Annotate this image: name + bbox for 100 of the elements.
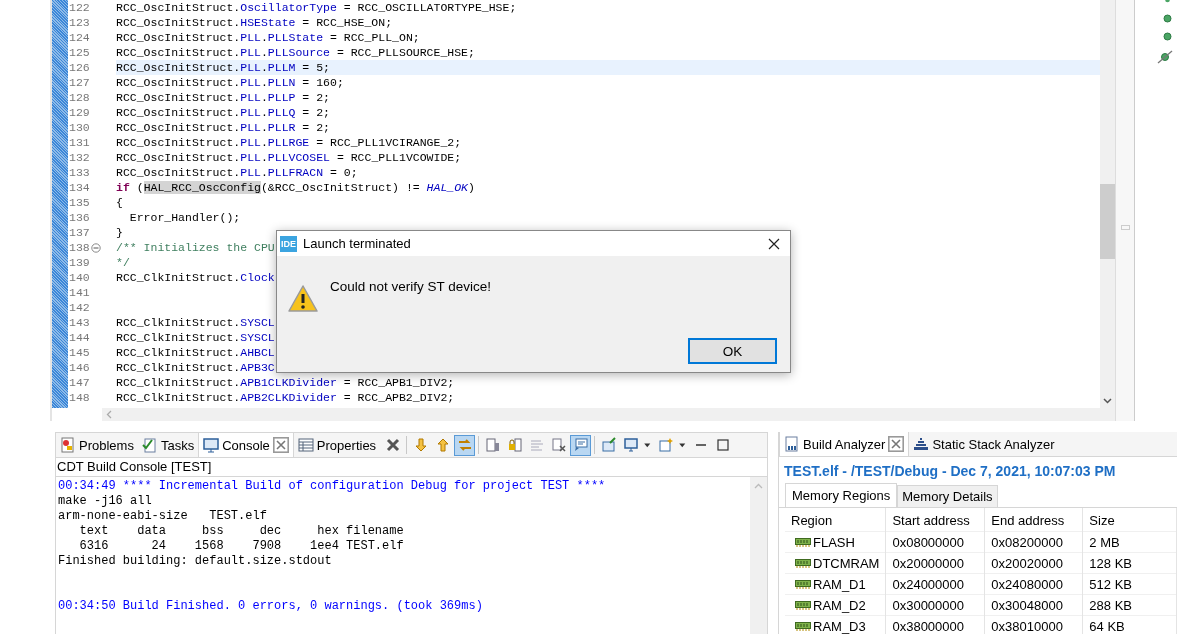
line-number: 142 — [69, 300, 90, 315]
code-line: RCC_OscInitStruct.PLL.PLLP = 2; — [116, 90, 330, 105]
code-line: RCC_OscInitStruct.OscillatorType = RCC_OSCILLATORTYPE_HSE; — [116, 0, 517, 15]
view-tab[interactable]: Static Stack Analyzer — [909, 432, 1059, 456]
problems-icon — [60, 437, 76, 453]
line-number: 144 — [69, 330, 90, 345]
line-number: 123 — [69, 15, 90, 30]
scroll-thumb[interactable] — [1100, 184, 1115, 259]
column-header[interactable]: Region — [785, 508, 886, 532]
code-line: RCC_ClkInitStruct.APB3C — [116, 360, 275, 375]
console-display-icon[interactable] — [570, 434, 592, 456]
table-cell: 0x38000000 — [885, 615, 985, 634]
code-line: } — [116, 225, 123, 240]
table-cell: 0x30000000 — [885, 594, 985, 616]
view-tab[interactable]: Tasks — [137, 433, 199, 457]
struck-dot-icon[interactable] — [1157, 50, 1173, 64]
line-number: 122 — [69, 0, 90, 15]
code-line: RCC_ClkInitStruct.SYSCL — [116, 315, 275, 330]
table-icon — [297, 437, 314, 453]
table-cell: RAM_D3 — [813, 618, 866, 634]
line-number: 127 — [69, 75, 90, 90]
line-number: 124 — [69, 30, 90, 45]
code-line: /** Initializes the CPU — [116, 240, 275, 255]
code-line: RCC_OscInitStruct.PLL.PLLVCOSEL = RCC_PLL1VCOWIDE; — [116, 150, 462, 165]
code-line: Error_Handler(); — [128, 210, 241, 225]
line-number: 135 — [69, 195, 90, 210]
code-line: */ — [116, 255, 130, 270]
tasks-icon — [141, 437, 158, 453]
table-cell: 0x30048000 — [984, 594, 1083, 616]
dialog-message: Could not verify ST device! — [330, 278, 492, 296]
analyzer-title: TEST.elf - /TEST/Debug - Dec 7, 2021, 10:07:03 PM — [783, 462, 1117, 481]
code-line: RCC_ClkInitStruct.SYSCL — [116, 330, 275, 345]
code-line: RCC_OscInitStruct.PLL.PLLSource = RCC_PLLSOURCE_HSE; — [116, 45, 475, 60]
line-number: 139 — [69, 255, 90, 270]
line-number: 146 — [69, 360, 90, 375]
view-tab[interactable]: Build Analyzer — [779, 432, 910, 456]
swap-arrows-icon[interactable] — [454, 434, 476, 456]
memory-tab[interactable]: Memory Regions — [785, 483, 898, 507]
memory-chip-icon — [795, 600, 811, 610]
line-number: 147 — [69, 375, 90, 390]
code-line: RCC_OscInitStruct.PLL.PLLM = 5; — [116, 60, 330, 75]
vertical-scrollbar[interactable] — [1100, 0, 1115, 408]
table-cell: 0x24080000 — [984, 573, 1083, 595]
close-icon[interactable] — [768, 237, 780, 250]
vertical-scrollbar[interactable] — [750, 477, 767, 634]
line-number: 140 — [69, 270, 90, 285]
scroll-left-icon[interactable] — [106, 410, 112, 419]
binary-document-icon — [784, 436, 800, 452]
table-cell: 128 KB — [1082, 552, 1177, 574]
table-cell: 288 KB — [1082, 594, 1177, 616]
scroll-up-icon[interactable] — [754, 483, 763, 489]
code-line: if (HAL_RCC_OscConfig(&RCC_OscInitStruct) != HAL_OK) — [116, 180, 475, 195]
table-cell: 0x08000000 — [885, 531, 985, 553]
scroll-down-icon[interactable] — [1103, 398, 1112, 404]
table-cell: 64 KB — [1082, 615, 1177, 634]
ok-button[interactable]: OK — [688, 338, 777, 364]
line-number: 148 — [69, 390, 90, 405]
code-line: RCC_ClkInitStruct.AHBCL — [116, 345, 275, 360]
table-cell: DTCMRAM — [813, 555, 880, 571]
dialog-title: Launch terminated — [303, 236, 412, 251]
line-number: 129 — [69, 105, 90, 120]
column-header[interactable]: Size — [1082, 508, 1177, 532]
memory-chip-icon — [795, 579, 811, 589]
app-badge: IDE — [280, 235, 297, 252]
memory-chip-icon — [795, 621, 811, 631]
line-number: 141 — [69, 285, 90, 300]
code-line: RCC_OscInitStruct.PLL.PLLRGE = RCC_PLL1VCIRANGE_2; — [116, 135, 462, 150]
horizontal-scrollbar[interactable] — [102, 408, 1115, 421]
code-line: RCC_OscInitStruct.PLL.PLLR = 2; — [116, 120, 330, 135]
code-line: RCC_ClkInitStruct.APB1CLKDivider = RCC_APB1_DIV2; — [116, 375, 455, 390]
line-number: 125 — [69, 45, 90, 60]
line-number: 134 — [69, 180, 90, 195]
table-cell: 0x20020000 — [984, 552, 1083, 574]
console-output: 00:34:49 **** Incremental Build of configuration Debug for project TEST **** make -j16 all arm-none-eabi-size TEST.elf text data bss dec hex filename 6316 24 1568 7908 1ee4 TEST.elf Finished building: default.size.stdout 00:34:50 Build Finished. 0 errors, 0 warnings. (took 369ms) — [57, 478, 607, 615]
code-line: RCC_ClkInitStruct.APB2CLKDivider = RCC_APB2_DIV2; — [116, 390, 455, 405]
view-tab[interactable]: Problems — [56, 433, 138, 457]
outline-dot-icon[interactable] — [1162, 14, 1172, 23]
code-line: RCC_OscInitStruct.PLL.PLLN = 160; — [116, 75, 344, 90]
line-number: 130 — [69, 120, 90, 135]
sash-handle-icon[interactable] — [1120, 225, 1130, 231]
table-cell: 0x08200000 — [984, 531, 1083, 553]
table-cell: RAM_D2 — [813, 597, 866, 613]
code-line: RCC_OscInitStruct.PLL.PLLQ = 2; — [116, 105, 330, 120]
line-number: 145 — [69, 345, 90, 360]
line-number: 132 — [69, 150, 90, 165]
code-line: RCC_ClkInitStruct.Clock — [116, 270, 275, 285]
table-cell: 0x20000000 — [885, 552, 985, 574]
collapse-icon[interactable] — [90, 242, 101, 253]
table-cell: 2 MB — [1082, 531, 1177, 553]
column-header[interactable]: End address — [984, 508, 1083, 532]
memory-tab[interactable]: Memory Details — [897, 485, 998, 507]
line-number: 126 — [69, 60, 90, 75]
line-number: 133 — [69, 165, 90, 180]
outline-dot-icon[interactable] — [1162, 32, 1172, 41]
warning-icon — [287, 284, 319, 314]
view-tab[interactable]: Console — [198, 433, 294, 457]
memory-chip-icon — [795, 558, 811, 568]
view-tab[interactable]: Properties — [293, 433, 381, 457]
column-header[interactable]: Start address — [885, 508, 985, 532]
line-number: 138 — [69, 240, 90, 255]
